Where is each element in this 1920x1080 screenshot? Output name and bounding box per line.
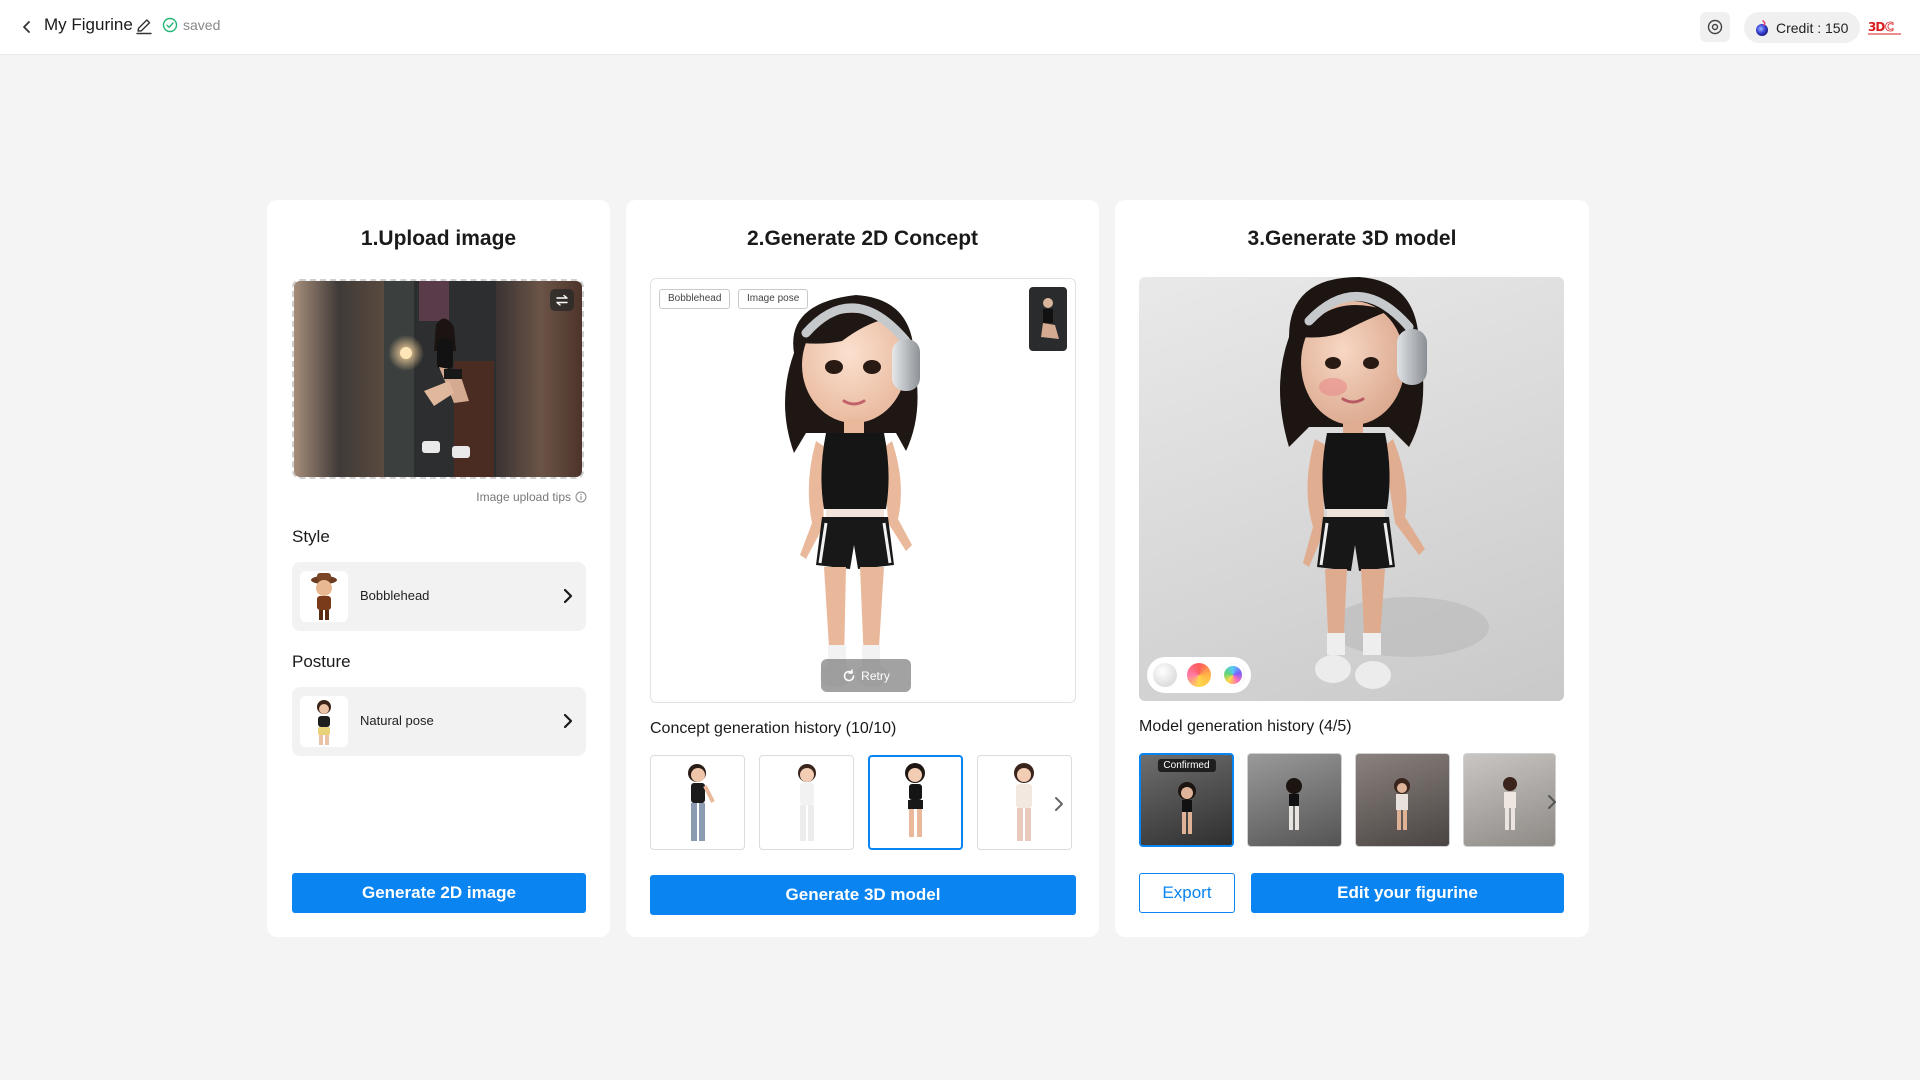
concept-history-label: Concept generation history (10/10)	[650, 720, 897, 737]
credit-orb-icon	[1756, 19, 1768, 36]
posture-label: Posture	[292, 652, 351, 671]
retry-button[interactable]: Retry	[821, 659, 911, 692]
model-history-item[interactable]	[1463, 753, 1556, 847]
generate-3d-model-button[interactable]: Generate 3D model	[650, 875, 1076, 915]
concept-history-item-selected[interactable]	[868, 755, 963, 850]
chevron-right-icon	[563, 588, 573, 604]
brand-logo[interactable]: 3D C	[1868, 18, 1902, 36]
upload-image-card: 1.Upload image Image upload tips Style B…	[267, 200, 610, 937]
generate-2d-concept-card: 2.Generate 2D Concept Bobblehead Image p…	[626, 200, 1099, 937]
swap-icon	[556, 294, 568, 306]
saved-label: saved	[183, 17, 221, 33]
generate-2d-image-button[interactable]: Generate 2D image	[292, 873, 586, 913]
credit-balance[interactable]: Credit : 150	[1744, 12, 1861, 43]
chevron-left-icon	[23, 21, 30, 33]
posture-thumbnail	[300, 696, 348, 747]
style-tag: Bobblehead	[659, 289, 731, 309]
upload-tips-label: Image upload tips	[476, 490, 571, 504]
posture-selector[interactable]: Natural pose	[292, 687, 586, 756]
uploaded-image-dropzone[interactable]	[292, 279, 584, 479]
replace-image-button[interactable]	[550, 289, 574, 311]
posture-value: Natural pose	[360, 713, 434, 728]
settings-icon	[1707, 19, 1723, 35]
project-name[interactable]: My Figurine	[44, 15, 133, 35]
material-switcher	[1147, 657, 1251, 693]
concept-history-list	[650, 755, 1072, 850]
upload-card-title: 1.Upload image	[360, 227, 517, 250]
model-card-title: 3.Generate 3D model	[1247, 227, 1457, 250]
back-button[interactable]	[16, 14, 38, 40]
concept-card-title: 2.Generate 2D Concept	[746, 227, 979, 250]
model-history-next-icon[interactable]	[1544, 790, 1560, 814]
model-history-list: Confirmed	[1139, 753, 1556, 847]
texture-material-icon[interactable]	[1221, 663, 1245, 687]
svg-text:3D: 3D	[1868, 20, 1885, 34]
info-icon	[575, 491, 587, 503]
3d-model-viewer[interactable]	[1139, 277, 1564, 701]
refresh-icon	[843, 668, 855, 681]
model-history-item[interactable]	[1247, 753, 1342, 847]
image-upload-tips-link[interactable]: Image upload tips	[476, 490, 587, 504]
reference-image-thumbnail[interactable]	[1029, 287, 1067, 351]
style-selector[interactable]: Bobblehead	[292, 562, 586, 631]
export-button[interactable]: Export	[1139, 873, 1235, 913]
retry-label: Retry	[861, 668, 890, 683]
concept-history-item[interactable]	[650, 755, 745, 850]
style-thumbnail	[300, 571, 348, 622]
top-bar: My Figurine saved Credit : 150 3D C	[0, 0, 1920, 55]
uploaded-photo	[294, 281, 582, 477]
concept-figure-image	[785, 295, 920, 687]
style-label: Style	[292, 527, 330, 546]
pencil-icon[interactable]	[134, 16, 154, 36]
white-material-icon[interactable]	[1153, 663, 1177, 687]
generate-3d-model-card: 3.Generate 3D model Model generation his…	[1115, 200, 1589, 937]
edit-figurine-button[interactable]: Edit your figurine	[1251, 873, 1564, 913]
chevron-right-icon	[563, 713, 573, 729]
model-history-item[interactable]	[1355, 753, 1450, 847]
settings-button[interactable]	[1700, 12, 1730, 42]
concept-preview: Bobblehead Image pose Retry	[650, 278, 1076, 703]
check-circle-icon	[162, 17, 178, 33]
save-status: saved	[162, 17, 220, 33]
color-material-icon[interactable]	[1187, 663, 1211, 687]
credit-label: Credit : 150	[1776, 19, 1849, 36]
3d-figure-render	[1280, 277, 1489, 689]
confirmed-badge: Confirmed	[1157, 759, 1216, 772]
svg-text:C: C	[1885, 20, 1894, 34]
concept-history-item[interactable]	[759, 755, 854, 850]
style-value: Bobblehead	[360, 588, 430, 603]
concept-history-next-icon[interactable]	[1051, 792, 1067, 816]
model-history-item-selected[interactable]: Confirmed	[1139, 753, 1234, 847]
model-history-label: Model generation history (4/5)	[1139, 718, 1352, 735]
